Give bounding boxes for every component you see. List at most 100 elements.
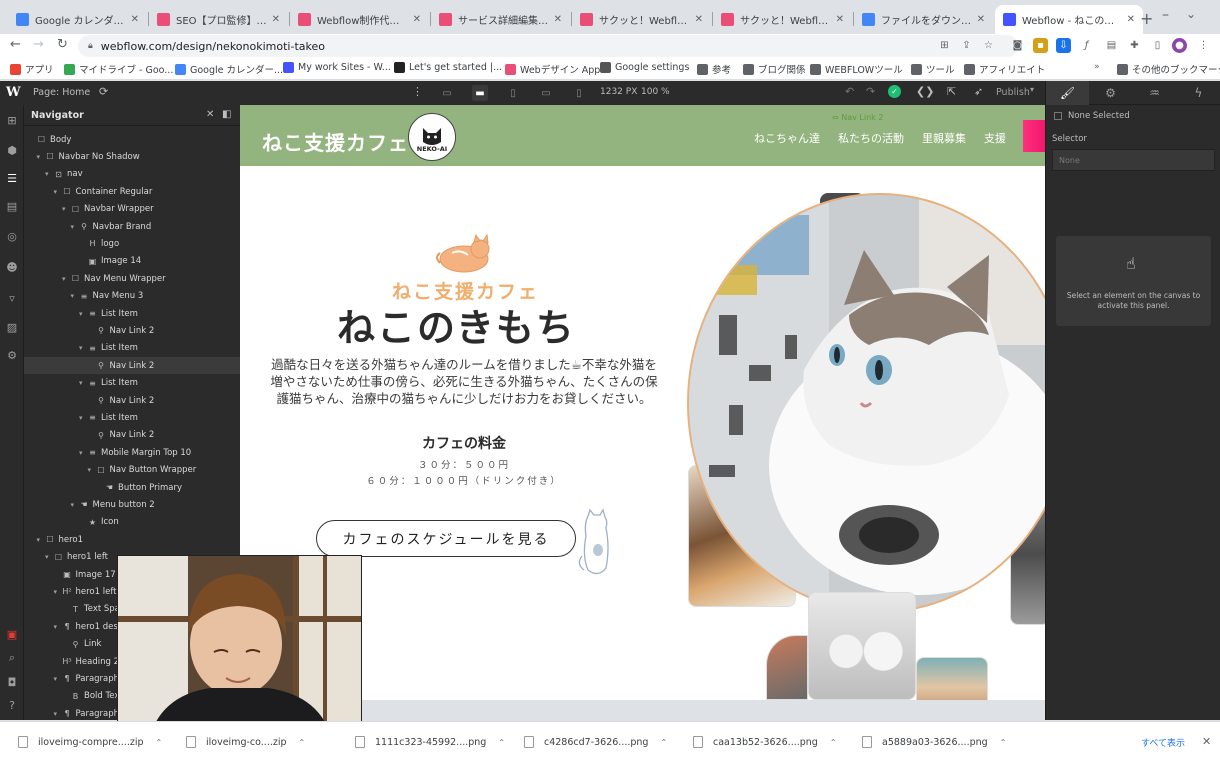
dock-panel-icon[interactable]: ◧ [222,109,231,120]
bookmark-item[interactable]: マイドライブ - Goo... [64,62,173,76]
download-item[interactable]: iloveimg-co....zip ⌃ [186,736,305,748]
tree-caret-icon[interactable]: ▾ [54,623,62,631]
navigator-tree-row[interactable]: ⚲ Nav Link 2 [24,427,240,444]
help-icon[interactable]: ? [5,698,19,712]
address-bar[interactable]: 🔒︎ webflow.com/design/nekonokimoti-takeo [78,35,1018,57]
hero-description[interactable]: 過酷な日々を送る外猫ちゃん達のルームを借りました☕不幸な外猫を増やさないため仕事… [266,356,662,407]
profile-avatar[interactable]: ● [1172,38,1187,53]
bookmark-item[interactable]: Webデザイン App [505,62,600,76]
undo-icon[interactable]: ↶ [845,85,854,98]
bookmark-item[interactable]: WEBFLOWツール [810,62,903,76]
more-options-icon[interactable]: ⋮ [412,85,423,98]
navigator-tree-row[interactable]: ☐ Body [24,131,240,148]
menu-link-adoption[interactable]: 里親募集 [922,130,966,146]
download-chevron-icon[interactable]: ⌃ [299,738,306,747]
ecommerce-cart-icon[interactable]: ▿ [5,291,19,305]
breakpoint-landscape-icon[interactable]: ▭ [538,85,554,101]
tab-close-icon[interactable]: ✕ [554,14,562,25]
close-icon[interactable]: ✕ [1202,735,1211,748]
tree-caret-icon[interactable]: ▾ [79,449,87,457]
bookmark-star-icon[interactable]: ☆ [981,38,996,53]
tree-caret-icon[interactable]: ▾ [79,310,87,318]
breakpoint-desktop-icon[interactable]: ▬ [472,85,488,101]
menu-link-activities[interactable]: 私たちの活動 [838,130,904,146]
brand-logo[interactable]: NEKO-AI [408,113,456,161]
tree-caret-icon[interactable]: ▾ [54,675,62,683]
code-export-icon[interactable]: ❮❯ [916,85,934,98]
share-icon[interactable]: ⇪ [959,38,974,53]
download-item[interactable]: caa13b52-3626....png ⌃ [693,736,837,748]
navigator-tree-row[interactable]: ▣ Image 14 [24,253,240,270]
navigator-tree-row[interactable]: ▾ ☐ Navbar Wrapper [24,201,240,218]
download-item[interactable]: 1111c323-45992....png ⌃ [355,736,505,748]
webflow-logo-icon[interactable]: W [6,85,21,100]
search-icon[interactable]: ⌕ [5,651,19,665]
download-item[interactable]: iloveimg-compre....zip ⌃ [18,736,162,748]
download-item[interactable]: c4286cd7-3626....png ⌃ [524,736,667,748]
element-settings-gear-icon[interactable]: ⚙ [1089,81,1132,105]
show-all-downloads-link[interactable]: すべて表示 [1141,736,1185,749]
navigator-tree-row[interactable]: ▾ ≡ List Item [24,340,240,357]
redo-icon[interactable]: ↷ [866,85,875,98]
navigator-icon[interactable]: ☰ [5,171,19,185]
pages-icon[interactable]: ▤ [5,199,19,213]
camera-extension-icon[interactable]: ◙ [1010,38,1025,53]
tree-caret-icon[interactable]: ▾ [79,344,87,352]
download-chevron-icon[interactable]: ⌃ [498,738,505,747]
translate-icon[interactable]: ⊞ [937,38,952,53]
users-icon[interactable]: ☻ [5,260,19,274]
browser-tab[interactable]: サクッと！Webflowの ✕ [572,6,711,32]
bookmark-item[interactable]: その他のブックマーク [1117,62,1220,76]
tab-close-icon[interactable]: ✕ [1127,14,1135,25]
publish-button[interactable]: Publish [996,87,1030,98]
audit-icon[interactable]: ▣ [5,627,19,641]
sidepanel-icon[interactable]: ▯ [1150,38,1165,53]
bookmarks-overflow-icon[interactable]: » [1094,62,1100,72]
share-icon[interactable]: ⇱ [947,85,956,98]
tree-caret-icon[interactable]: ▾ [71,223,79,231]
extension-icon[interactable]: ▤ [1104,38,1119,53]
navigator-tree-row[interactable]: ▾ ☐ Nav Menu Wrapper [24,270,240,287]
tree-caret-icon[interactable]: ▾ [71,501,79,509]
navigator-tree-row[interactable]: ☚ Button Primary [24,479,240,496]
tree-caret-icon[interactable]: ▾ [79,379,87,387]
navigator-tree-row[interactable]: ▾ ☐ Navbar No Shadow [24,148,240,165]
download-chevron-icon[interactable]: ⌃ [660,738,667,747]
page-settings-icon[interactable]: ⟳ [99,85,108,98]
price-heading[interactable]: カフェの料金 [240,433,688,453]
navigator-tree-row[interactable]: ▾ ≡ List Item [24,409,240,426]
interactions-bolt-icon[interactable]: ϟ [1177,81,1220,105]
navigator-tree-row[interactable]: ★ Icon [24,514,240,531]
bookmark-item[interactable]: アプリ [10,62,54,76]
reload-icon[interactable]: ↻ [57,37,68,52]
selector-field[interactable]: None [1052,149,1215,171]
navigator-tree-row[interactable]: Hlogo [24,235,240,252]
tree-caret-icon[interactable]: ▾ [37,536,45,544]
navigator-tree-row[interactable]: ▾ ≡ Nav Menu 3 [24,288,240,305]
tab-close-icon[interactable]: ✕ [413,14,421,25]
tab-close-icon[interactable]: ✕ [836,14,844,25]
navigator-tree-row[interactable]: ▾ ☚ Menu button 2 [24,496,240,513]
menu-link-support[interactable]: 支援 [984,130,1006,146]
publish-chevron-icon[interactable]: ▾ [1030,85,1034,94]
bookmark-item[interactable]: ブログ関係 [743,62,806,76]
tab-close-icon[interactable]: ✕ [695,14,703,25]
bookmark-item[interactable]: アフィリエイト [964,62,1045,76]
tab-close-icon[interactable]: ✕ [977,14,985,25]
navigator-tree-row[interactable]: ▾ ☐ Nav Button Wrapper [24,462,240,479]
browser-tab[interactable]: Google カレンダー - 20 ✕ [8,6,147,32]
apps-icon[interactable]: ◘ [5,675,19,689]
download-extension-icon[interactable]: ⇩ [1056,38,1071,53]
symbols-icon[interactable]: ⬢ [5,143,19,157]
breakpoint-mobile-icon[interactable]: ▯ [571,85,587,101]
style-brush-icon[interactable]: 🖌︎ [1046,81,1089,105]
tree-caret-icon[interactable]: ▾ [79,414,87,422]
settings-gear-icon[interactable]: ⚙ [5,348,19,362]
browser-tab[interactable]: SEO【プロ監修】優秀な ✕ [149,6,288,32]
bookmark-item[interactable]: 参考 [697,62,731,76]
download-item[interactable]: a5889a03-3626....png ⌃ [862,736,1006,748]
cat-photo-card[interactable] [916,657,988,700]
tab-close-icon[interactable]: ✕ [131,14,139,25]
browser-tab[interactable]: サクッと！Webflowの ✕ [713,6,852,32]
tree-caret-icon[interactable]: ▾ [54,588,62,596]
